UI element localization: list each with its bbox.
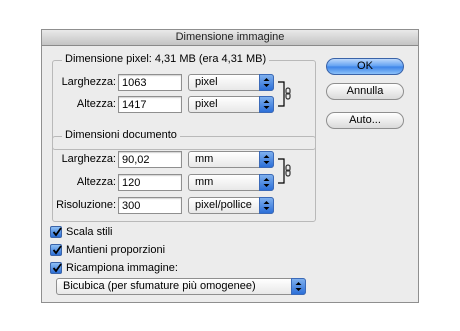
resolution-field[interactable] (118, 197, 182, 214)
pixel-dimensions-legend: Dimensione pixel: 4,31 MB (era 4,31 MB) (62, 53, 270, 66)
popup-arrows-icon (259, 151, 274, 168)
resolution-unit-select[interactable]: pixel/pollice (188, 197, 274, 214)
pixel-width-unit-select[interactable]: pixel (188, 74, 274, 91)
image-size-dialog: Dimensione immagine Dimensione pixel: 4,… (41, 29, 419, 303)
pixel-height-field[interactable] (118, 96, 182, 113)
resample-method-select[interactable]: Bicubica (per sfumature più omogenee) (56, 278, 306, 295)
chain-link-icon (278, 158, 291, 184)
pixel-height-unit-value: pixel (195, 98, 218, 110)
popup-arrows-icon (259, 197, 274, 214)
checkmark-icon (52, 227, 62, 237)
pixel-height-unit-select[interactable]: pixel (188, 96, 274, 113)
document-height-label: Altezza: (76, 176, 116, 188)
checkmark-icon (52, 263, 62, 273)
scale-styles-checkbox[interactable] (50, 226, 62, 238)
pixel-width-field[interactable] (118, 74, 182, 91)
document-width-unit-value: mm (195, 153, 214, 165)
popup-arrows-icon (259, 74, 274, 91)
document-width-label: Larghezza: (61, 153, 116, 165)
resample-label: Ricampiona immagine: (66, 262, 178, 274)
document-width-unit-select[interactable]: mm (188, 151, 274, 168)
resolution-unit-value: pixel/pollice (195, 199, 252, 211)
document-height-unit-select[interactable]: mm (188, 174, 274, 191)
scale-styles-label: Scala stili (66, 226, 113, 238)
chain-link-icon (278, 81, 291, 107)
pixel-width-label: Larghezza: (61, 76, 116, 88)
document-height-field[interactable] (118, 174, 182, 191)
checkmark-icon (52, 245, 62, 255)
cancel-button[interactable]: Annulla (326, 83, 404, 100)
auto-button[interactable]: Auto... (326, 112, 404, 129)
pixel-height-label: Altezza: (76, 98, 116, 110)
resolution-label: Risoluzione: (56, 199, 116, 211)
popup-arrows-icon (259, 96, 274, 113)
popup-arrows-icon (291, 278, 306, 295)
document-height-unit-value: mm (195, 176, 214, 188)
dialog-title: Dimensione immagine (42, 30, 418, 46)
constrain-proportions-label: Mantieni proporzioni (66, 244, 166, 256)
document-size-legend: Dimensioni documento (62, 129, 180, 142)
ok-button[interactable]: OK (326, 58, 404, 75)
pixel-width-unit-value: pixel (195, 76, 218, 88)
constrain-proportions-checkbox[interactable] (50, 244, 62, 256)
resample-method-value: Bicubica (per sfumature più omogenee) (63, 280, 256, 292)
popup-arrows-icon (259, 174, 274, 191)
document-width-field[interactable] (118, 151, 182, 168)
resample-checkbox[interactable] (50, 262, 62, 274)
